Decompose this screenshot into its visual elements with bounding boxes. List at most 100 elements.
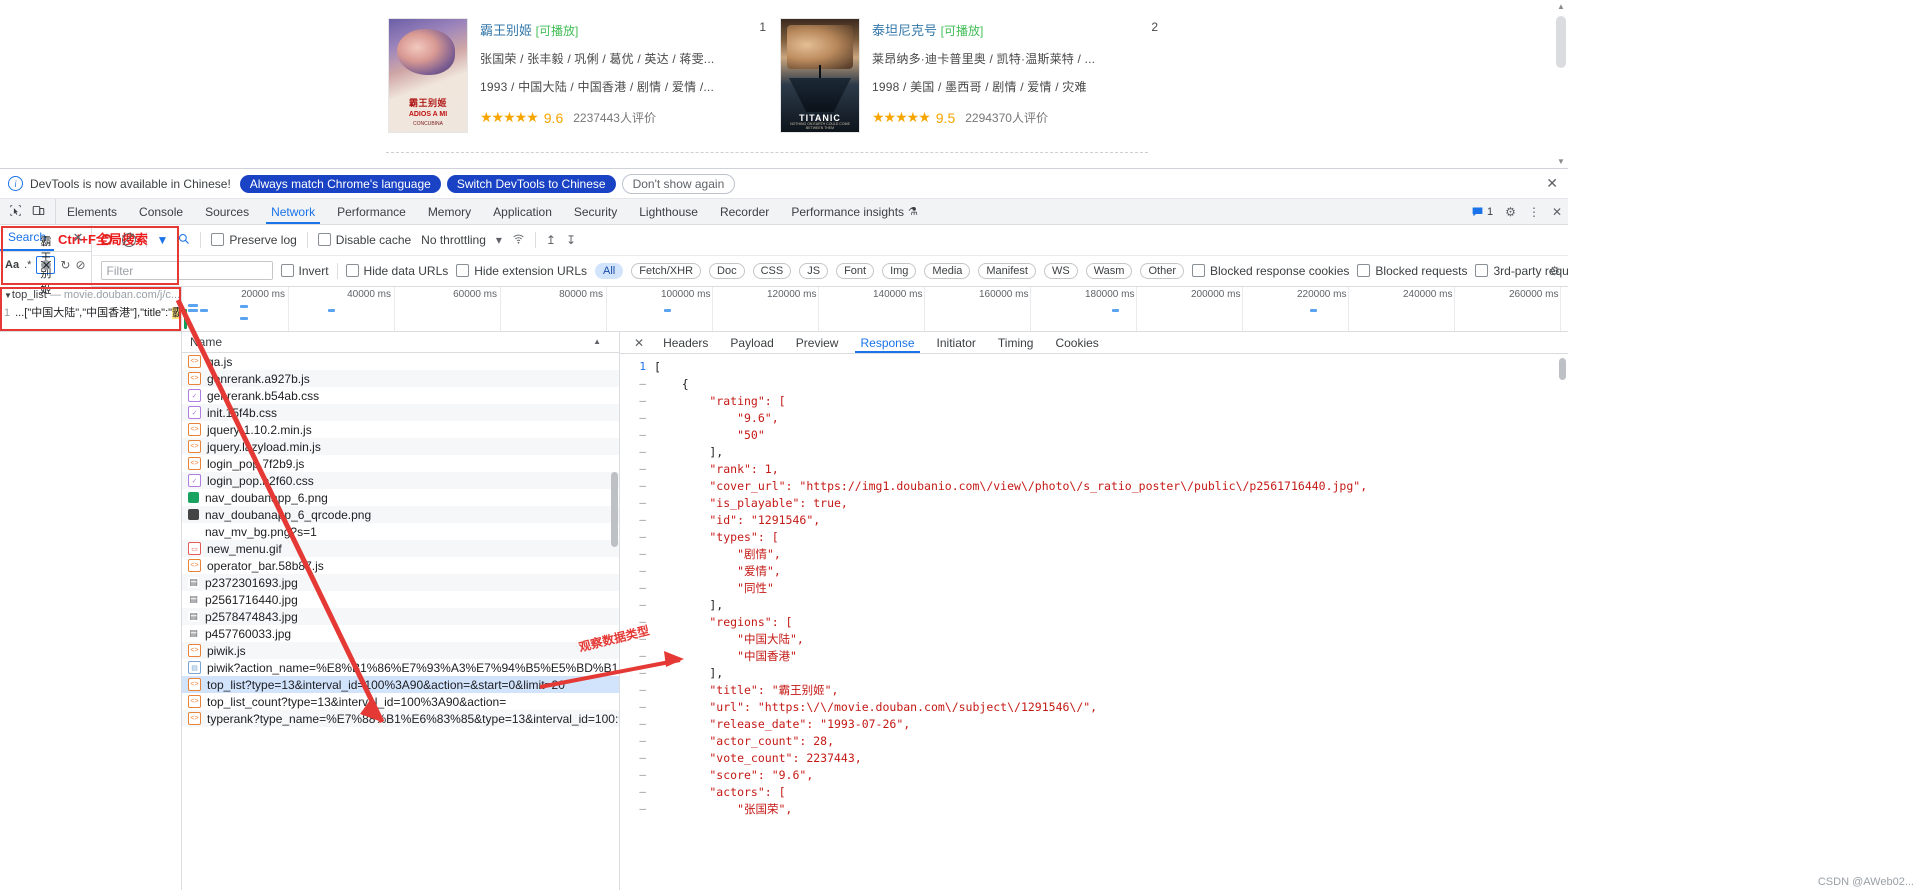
request-row[interactable]: nav_doubanapp_6.png (182, 489, 619, 506)
request-row[interactable]: <> jquery-1.10.2.min.js (182, 421, 619, 438)
tab-performance[interactable]: Performance (326, 199, 417, 224)
type-chip-all[interactable]: All (595, 262, 624, 279)
close-detail-icon[interactable]: ✕ (626, 336, 652, 350)
request-list-header[interactable]: Name ▲ (182, 332, 619, 353)
movie-poster[interactable]: 霸王别姬 ADIOS A MI CONCUBINA (388, 18, 468, 133)
type-chip-other[interactable]: Other (1140, 262, 1184, 279)
request-row[interactable]: nav_doubanapp_6_qrcode.png (182, 506, 619, 523)
network-settings-gear-icon[interactable]: ⚙ (1549, 265, 1560, 277)
chevron-down-icon[interactable]: ▼ (4, 291, 12, 300)
tab-response[interactable]: Response (849, 332, 925, 353)
tab-sources[interactable]: Sources (194, 199, 260, 224)
search-input[interactable]: 霸王别姬 ✕ (36, 236, 56, 296)
export-har-icon[interactable]: ↧ (566, 234, 576, 246)
request-row[interactable]: <> genrerank.a927b.js (182, 370, 619, 387)
type-chip-img[interactable]: Img (882, 262, 917, 279)
gear-icon[interactable]: ⚙ (1505, 206, 1516, 218)
code-scrollbar[interactable] (1559, 358, 1566, 380)
tab-console[interactable]: Console (128, 199, 194, 224)
preserve-log-checkbox[interactable]: Preserve log (211, 233, 297, 247)
request-row[interactable]: ▭ new_menu.gif (182, 540, 619, 557)
checkbox[interactable] (280, 264, 294, 278)
message-badge[interactable]: 1 (1471, 205, 1493, 218)
request-row[interactable]: ✓ genrerank.b54ab.css (182, 387, 619, 404)
tab-network[interactable]: Network (260, 199, 326, 224)
movie-title[interactable]: 霸王别姬 [可播放] (480, 20, 772, 39)
request-row[interactable]: ✓ init.15f4b.css (182, 404, 619, 421)
close-icon[interactable]: ✕ (1546, 176, 1558, 190)
request-row[interactable]: <> jquery.lazyload.min.js (182, 438, 619, 455)
request-row[interactable]: <> operator_bar.58b87.js (182, 557, 619, 574)
request-row[interactable]: ▤ piwik?action_name=%E8%B1%86%E7%93%A3%E7… (182, 659, 619, 676)
checkbox[interactable] (1191, 264, 1205, 278)
response-code-view[interactable]: 1[– {– "rating": [– "9.6", – "50" – ], – "r… (620, 354, 1568, 890)
filter-input[interactable]: Filter (100, 261, 273, 281)
request-row[interactable]: ▤ p457760033.jpg (182, 625, 619, 642)
checkbox[interactable] (456, 264, 470, 278)
checkbox[interactable] (1357, 264, 1371, 278)
type-chip-ws[interactable]: WS (1043, 262, 1078, 279)
blocked-response-cookies-checkbox[interactable]: Blocked response cookies (1191, 264, 1349, 278)
chevron-down-icon[interactable]: ▾ (496, 234, 502, 246)
tab-headers[interactable]: Headers (652, 332, 719, 353)
type-chip-js[interactable]: JS (799, 262, 829, 279)
tab-preview[interactable]: Preview (785, 332, 850, 353)
hide-data-urls-checkbox[interactable]: Hide data URLs (345, 264, 448, 278)
checkbox[interactable] (211, 233, 225, 247)
more-options-icon[interactable]: ⋮ (1528, 206, 1540, 218)
type-chip-manifest[interactable]: Manifest (978, 262, 1036, 279)
page-scrollbar[interactable]: ▲ ▼ (1554, 0, 1568, 168)
wifi-icon[interactable] (512, 233, 525, 247)
checkbox[interactable] (345, 264, 359, 278)
clear-search-icon[interactable]: ✕ (41, 260, 52, 272)
movie-card[interactable]: TITANIC NOTHING ON EARTH COULD COME BETW… (780, 18, 1172, 140)
type-chip-doc[interactable]: Doc (709, 262, 745, 279)
tab-memory[interactable]: Memory (417, 199, 482, 224)
blocked-requests-checkbox[interactable]: Blocked requests (1357, 264, 1467, 278)
clear-results-icon[interactable]: ⊘ (75, 259, 85, 271)
tab-timing[interactable]: Timing (987, 332, 1045, 353)
type-chip-wasm[interactable]: Wasm (1085, 262, 1133, 279)
tab-initiator[interactable]: Initiator (926, 332, 987, 353)
sort-ascending-icon[interactable]: ▲ (593, 337, 601, 346)
filter-icon[interactable]: ▼ (157, 233, 169, 247)
tab-performance-insights[interactable]: Performance insights ⚗ (780, 199, 929, 224)
request-row[interactable]: <> top_list?type=13&interval_id=100%3A90&… (182, 676, 619, 693)
match-case-icon[interactable]: Aa (5, 259, 19, 271)
import-har-icon[interactable]: ↥ (546, 234, 556, 246)
request-list-scrollbar[interactable] (611, 472, 618, 547)
scroll-thumb[interactable] (1556, 16, 1566, 68)
tab-application[interactable]: Application (482, 199, 563, 224)
close-devtools-icon[interactable]: ✕ (1552, 206, 1562, 218)
checkbox[interactable] (317, 233, 331, 247)
type-chip-media[interactable]: Media (924, 262, 971, 279)
timeline-overview[interactable]: 20000 ms 40000 ms 60000 ms 80000 ms 1000… (182, 287, 1568, 331)
movie-card[interactable]: 霸王别姬 ADIOS A MI CONCUBINA 霸王别姬 [可播放] 1 张… (388, 18, 780, 140)
tab-elements[interactable]: Elements (56, 199, 128, 224)
search-result-item[interactable]: 1...["中国大陆","中国香港"],"title":"霸王别姬... (0, 303, 181, 321)
type-chip-css[interactable]: CSS (752, 262, 792, 279)
close-search-icon[interactable]: ✕ (73, 230, 84, 246)
search-result-group[interactable]: ▼top_list — movie.douban.com/j/c... (0, 287, 181, 303)
device-toolbar-icon[interactable] (32, 204, 45, 219)
request-row[interactable]: ▤ p2578474843.jpg (182, 608, 619, 625)
request-row[interactable]: <> top_list_count?type=13&interval_id=100… (182, 693, 619, 710)
throttling-select[interactable]: No throttling (421, 233, 486, 247)
type-chip-fetch-xhr[interactable]: Fetch/XHR (631, 262, 702, 279)
tab-lighthouse[interactable]: Lighthouse (628, 199, 709, 224)
inspect-icon[interactable] (9, 204, 22, 219)
tab-security[interactable]: Security (563, 199, 628, 224)
scroll-up-icon[interactable]: ▲ (1557, 2, 1565, 11)
dont-show-again-button[interactable]: Don't show again (621, 173, 736, 194)
refresh-icon[interactable]: ↻ (60, 259, 70, 271)
scroll-down-icon[interactable]: ▼ (1557, 157, 1565, 166)
checkbox[interactable] (1475, 264, 1489, 278)
type-chip-font[interactable]: Font (836, 262, 875, 279)
search-icon[interactable] (178, 233, 190, 247)
movie-poster[interactable]: TITANIC NOTHING ON EARTH COULD COME BETW… (780, 18, 860, 133)
hide-extension-urls-checkbox[interactable]: Hide extension URLs (456, 264, 587, 278)
request-row[interactable]: <> login_pop.7f2b9.js (182, 455, 619, 472)
request-row[interactable]: ▤ p2561716440.jpg (182, 591, 619, 608)
request-row[interactable]: ▤ p2372301693.jpg (182, 574, 619, 591)
request-row[interactable]: <> ga.js (182, 353, 619, 370)
